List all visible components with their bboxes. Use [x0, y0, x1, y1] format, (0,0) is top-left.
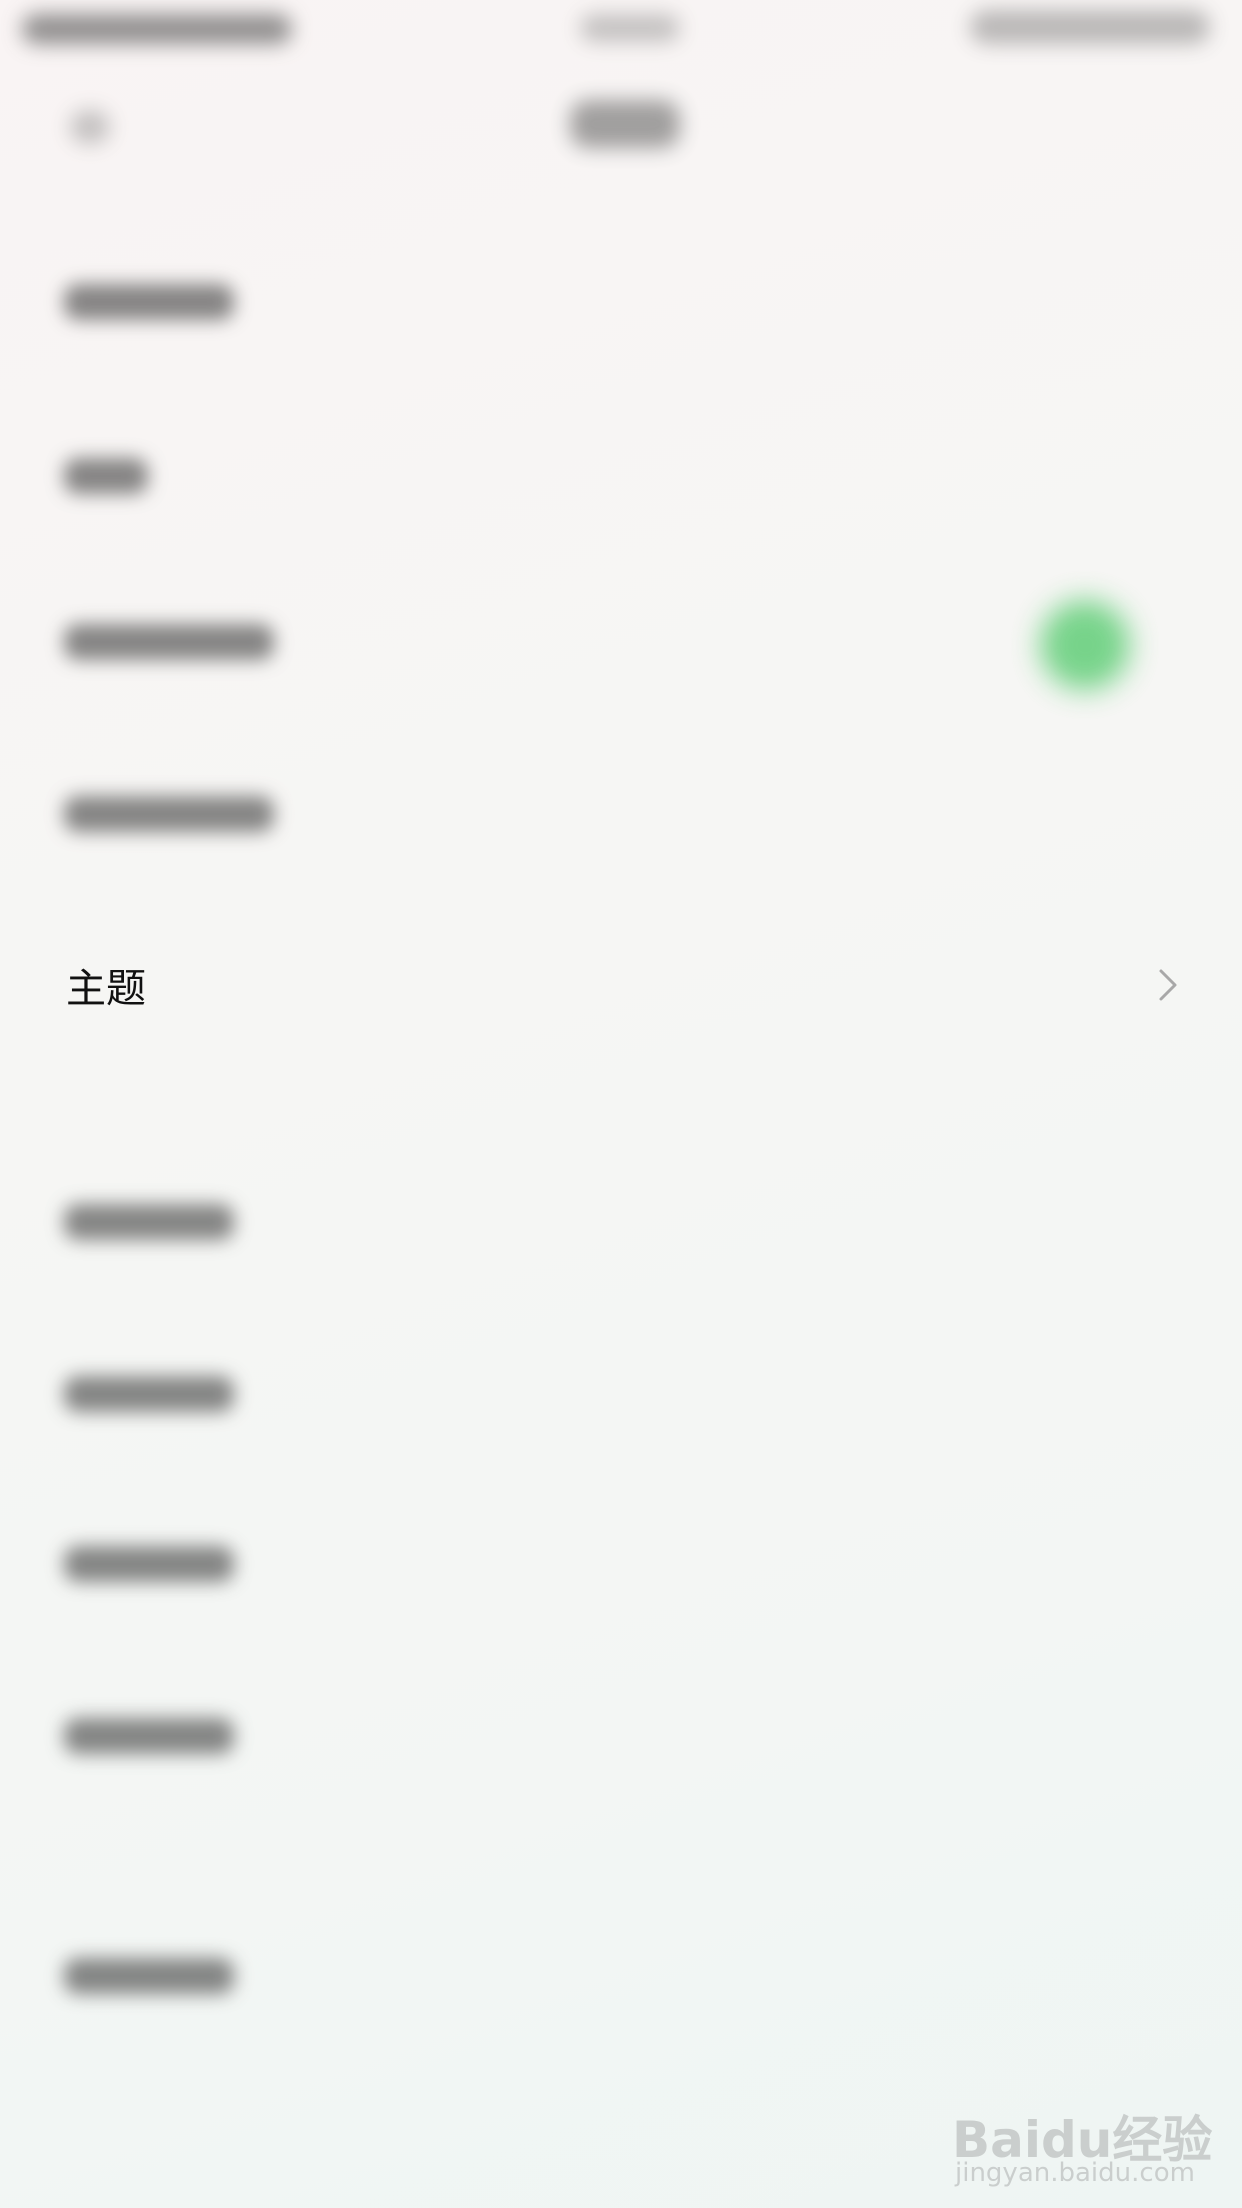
chevron-right-icon: [1159, 969, 1177, 1001]
settings-row-3[interactable]: [64, 624, 274, 660]
status-bar-right: [970, 10, 1210, 44]
settings-row-5[interactable]: [64, 1204, 234, 1240]
watermark-url: jingyan.baidu.com: [955, 2158, 1195, 2188]
settings-row-theme[interactable]: 主题: [0, 940, 1242, 1030]
status-bar-center: [580, 14, 680, 42]
theme-label: 主题: [66, 966, 146, 1012]
settings-row-7[interactable]: [64, 1546, 234, 1582]
settings-row-6[interactable]: [64, 1376, 234, 1412]
settings-row-9[interactable]: [64, 1958, 234, 1994]
settings-row-1[interactable]: [64, 284, 234, 320]
settings-row-4[interactable]: [64, 796, 274, 832]
settings-row-8[interactable]: [64, 1718, 234, 1754]
toggle-on-icon[interactable]: [1040, 600, 1130, 690]
settings-row-2[interactable]: [64, 458, 148, 494]
status-bar-left: [22, 14, 292, 44]
page-title: [570, 100, 680, 148]
back-icon[interactable]: [70, 110, 110, 144]
